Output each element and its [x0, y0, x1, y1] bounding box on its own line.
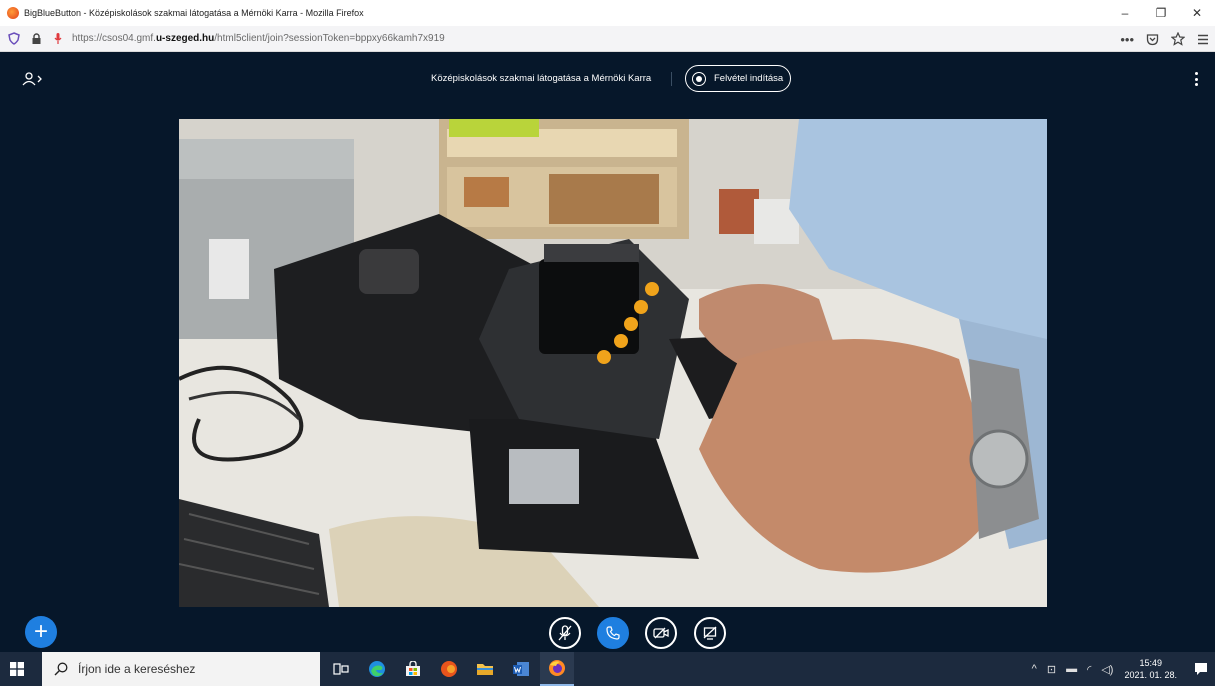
firefox-taskbar-icon[interactable] [540, 652, 574, 686]
minimize-button[interactable]: – [1107, 0, 1143, 26]
search-placeholder: Írjon ide a kereséshez [78, 662, 196, 676]
system-clock[interactable]: 15:49 2021. 01. 28. [1124, 657, 1177, 681]
browser-toolbar-right: ••• [1120, 26, 1209, 52]
window-titlebar: BigBlueButton - Középiskolások szakmai l… [0, 0, 1215, 26]
meeting-title: Középiskolások szakmai látogatása a Mérn… [431, 73, 652, 84]
record-label: Felvétel indítása [714, 73, 784, 84]
microsoft-store-icon[interactable] [396, 652, 430, 686]
close-button[interactable]: ✕ [1179, 0, 1215, 26]
mute-button[interactable] [549, 617, 581, 649]
battery-icon[interactable]: ▬ [1066, 663, 1077, 675]
menu-hamburger-icon[interactable] [1197, 34, 1209, 45]
clock-time: 15:49 [1139, 658, 1162, 668]
windows-taskbar: Írjon ide a kereséshez ^ ⊡ ▬ ◜ ◁) 15:49 … [0, 652, 1215, 686]
wifi-icon[interactable]: ◜ [1087, 663, 1091, 676]
windows-start-icon[interactable] [0, 652, 34, 686]
share-webcam-button[interactable] [645, 617, 677, 649]
window-title: BigBlueButton - Középiskolások szakmai l… [24, 8, 364, 18]
screenshare-button[interactable] [694, 617, 726, 649]
actions-plus-button[interactable]: + [25, 616, 57, 648]
plus-icon: + [33, 618, 48, 645]
record-icon [692, 71, 706, 86]
bbb-app: Középiskolások szakmai látogatása a Mérn… [0, 52, 1215, 652]
window-controls: – ❐ ✕ [1107, 0, 1215, 26]
search-icon [54, 662, 68, 676]
firefox-favicon-icon [7, 7, 19, 19]
camera-off-icon [653, 627, 669, 639]
users-icon [22, 72, 42, 86]
maximize-button[interactable]: ❐ [1143, 0, 1179, 26]
url-domain: u-szeged.hu [155, 33, 215, 44]
leave-audio-button[interactable] [597, 617, 629, 649]
lock-icon[interactable] [28, 31, 44, 47]
url-bar[interactable]: https://csos04.gmf.u-szeged.hu/html5clie… [72, 33, 445, 44]
taskbar-search-input[interactable]: Írjon ide a kereséshez [42, 652, 320, 686]
page-actions-icon[interactable]: ••• [1120, 32, 1134, 47]
volume-icon[interactable]: ◁) [1101, 663, 1113, 676]
file-explorer-icon[interactable] [468, 652, 502, 686]
url-prefix: https://csos04.gmf. [72, 33, 156, 44]
tracking-shield-icon[interactable] [6, 31, 22, 47]
notifications-icon[interactable] [1187, 652, 1215, 686]
mic-muted-icon [558, 625, 572, 641]
screenshare-off-icon [703, 626, 717, 640]
users-list-toggle[interactable] [22, 70, 44, 88]
header-separator [671, 72, 672, 86]
bookmark-star-icon[interactable] [1171, 32, 1185, 46]
url-path: /html5client/join?sessionToken=bppxy66ka… [214, 33, 445, 44]
edge-browser-icon[interactable] [360, 652, 394, 686]
meet-now-icon[interactable]: ⊡ [1047, 663, 1056, 676]
office-app-icon[interactable] [432, 652, 466, 686]
system-tray: ^ ⊡ ▬ ◜ ◁) 15:49 2021. 01. 28. [1027, 652, 1215, 686]
chevron-up-icon[interactable]: ^ [1032, 663, 1037, 675]
phone-icon [606, 626, 620, 640]
microphone-permission-icon[interactable] [50, 31, 66, 47]
webcam-video [179, 119, 1047, 607]
taskbar-apps [324, 652, 576, 686]
task-view-icon[interactable] [324, 652, 358, 686]
start-recording-button[interactable]: Felvétel indítása [685, 65, 791, 92]
word-app-icon[interactable] [504, 652, 538, 686]
browser-navbar: https://csos04.gmf.u-szeged.hu/html5clie… [0, 26, 1215, 52]
clock-date: 2021. 01. 28. [1124, 670, 1177, 680]
options-menu-button[interactable] [1191, 70, 1201, 88]
pocket-icon[interactable] [1146, 33, 1159, 46]
bbb-header: Középiskolások szakmai látogatása a Mérn… [0, 52, 1215, 106]
